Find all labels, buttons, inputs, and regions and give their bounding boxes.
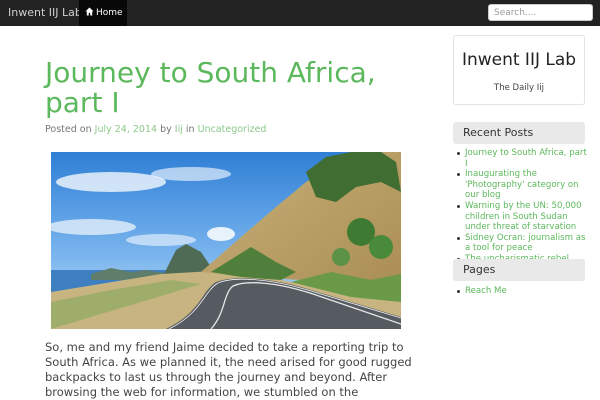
nav-home-label: Home	[96, 8, 123, 18]
post-title[interactable]: Journey to South Africa, part I	[45, 58, 435, 118]
sidebar-site-title[interactable]: Inwent IIJ Lab	[454, 50, 584, 70]
sidebar-brand-box: Inwent IIJ Lab The Daily Iij	[453, 35, 585, 105]
post-author-link[interactable]: Iij	[175, 124, 183, 135]
post-body-text: So, me and my friend Jaime decided to ta…	[45, 340, 412, 399]
recent-post-link[interactable]: Sidney Ocran: journalism as a tool for p…	[457, 233, 589, 254]
by-label: by	[160, 124, 172, 135]
recent-posts-list: Journey to South Africa, part I Inaugura…	[457, 148, 589, 265]
page-link-reach-me[interactable]: Reach Me	[457, 286, 589, 297]
recent-post-link[interactable]: Journey to South Africa, part I	[457, 148, 589, 169]
post-date-link[interactable]: July 24, 2014	[95, 124, 157, 135]
pages-heading: Pages	[453, 259, 585, 281]
search-input[interactable]	[488, 4, 593, 21]
nav-home-link[interactable]: Home	[79, 0, 127, 26]
recent-posts-heading: Recent Posts	[453, 122, 585, 144]
in-label: in	[185, 124, 195, 135]
pages-list: Reach Me	[457, 286, 589, 297]
post-hero-image	[51, 152, 401, 329]
top-navbar: Inwent IIJ Lab Home	[0, 0, 600, 26]
recent-post-link[interactable]: Inaugurating the 'Photography' category …	[457, 169, 589, 201]
recent-post-link[interactable]: Warning by the UN: 50,000 children in So…	[457, 201, 589, 233]
navbar-brand[interactable]: Inwent IIJ Lab	[8, 6, 82, 20]
sidebar-tagline: The Daily Iij	[494, 83, 544, 93]
post-meta: Posted on July 24, 2014 by Iij in Uncate…	[45, 124, 266, 135]
post-category-link[interactable]: Uncategorized	[198, 124, 267, 135]
home-icon	[85, 7, 94, 16]
posted-on-label: Posted on	[45, 124, 92, 135]
